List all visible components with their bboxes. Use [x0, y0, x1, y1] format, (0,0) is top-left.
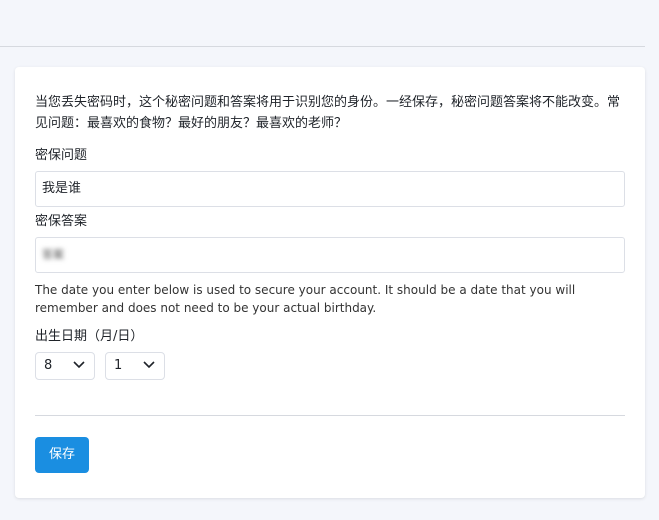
chevron-down-icon — [73, 361, 85, 369]
form-divider — [35, 415, 625, 416]
birthday-helper-text: The date you enter below is used to secu… — [35, 283, 576, 315]
security-answer-input[interactable]: 答案 — [35, 237, 625, 273]
month-value: 8 — [44, 358, 53, 373]
answer-value: 答案 — [42, 248, 64, 261]
save-button[interactable]: 保存 — [35, 437, 89, 473]
security-question-card: 当您丢失密码时，这个秘密问题和答案将用于识别您的身份。一经保存，秘密问题答案将不… — [15, 67, 645, 498]
header-divider — [0, 46, 645, 47]
day-value: 1 — [114, 358, 123, 373]
birthday-label: 出生日期（月/日） — [35, 329, 144, 344]
day-select[interactable]: 1 — [105, 352, 165, 380]
month-select[interactable]: 8 — [35, 352, 95, 380]
security-notice: 当您丢失密码时，这个秘密问题和答案将用于识别您的身份。一经保存，秘密问题答案将不… — [35, 95, 621, 131]
security-question-input[interactable]: 我是谁 — [35, 171, 625, 207]
question-label: 密保问题 — [35, 148, 88, 163]
answer-label: 密保答案 — [35, 214, 88, 229]
chevron-down-icon — [143, 361, 155, 369]
